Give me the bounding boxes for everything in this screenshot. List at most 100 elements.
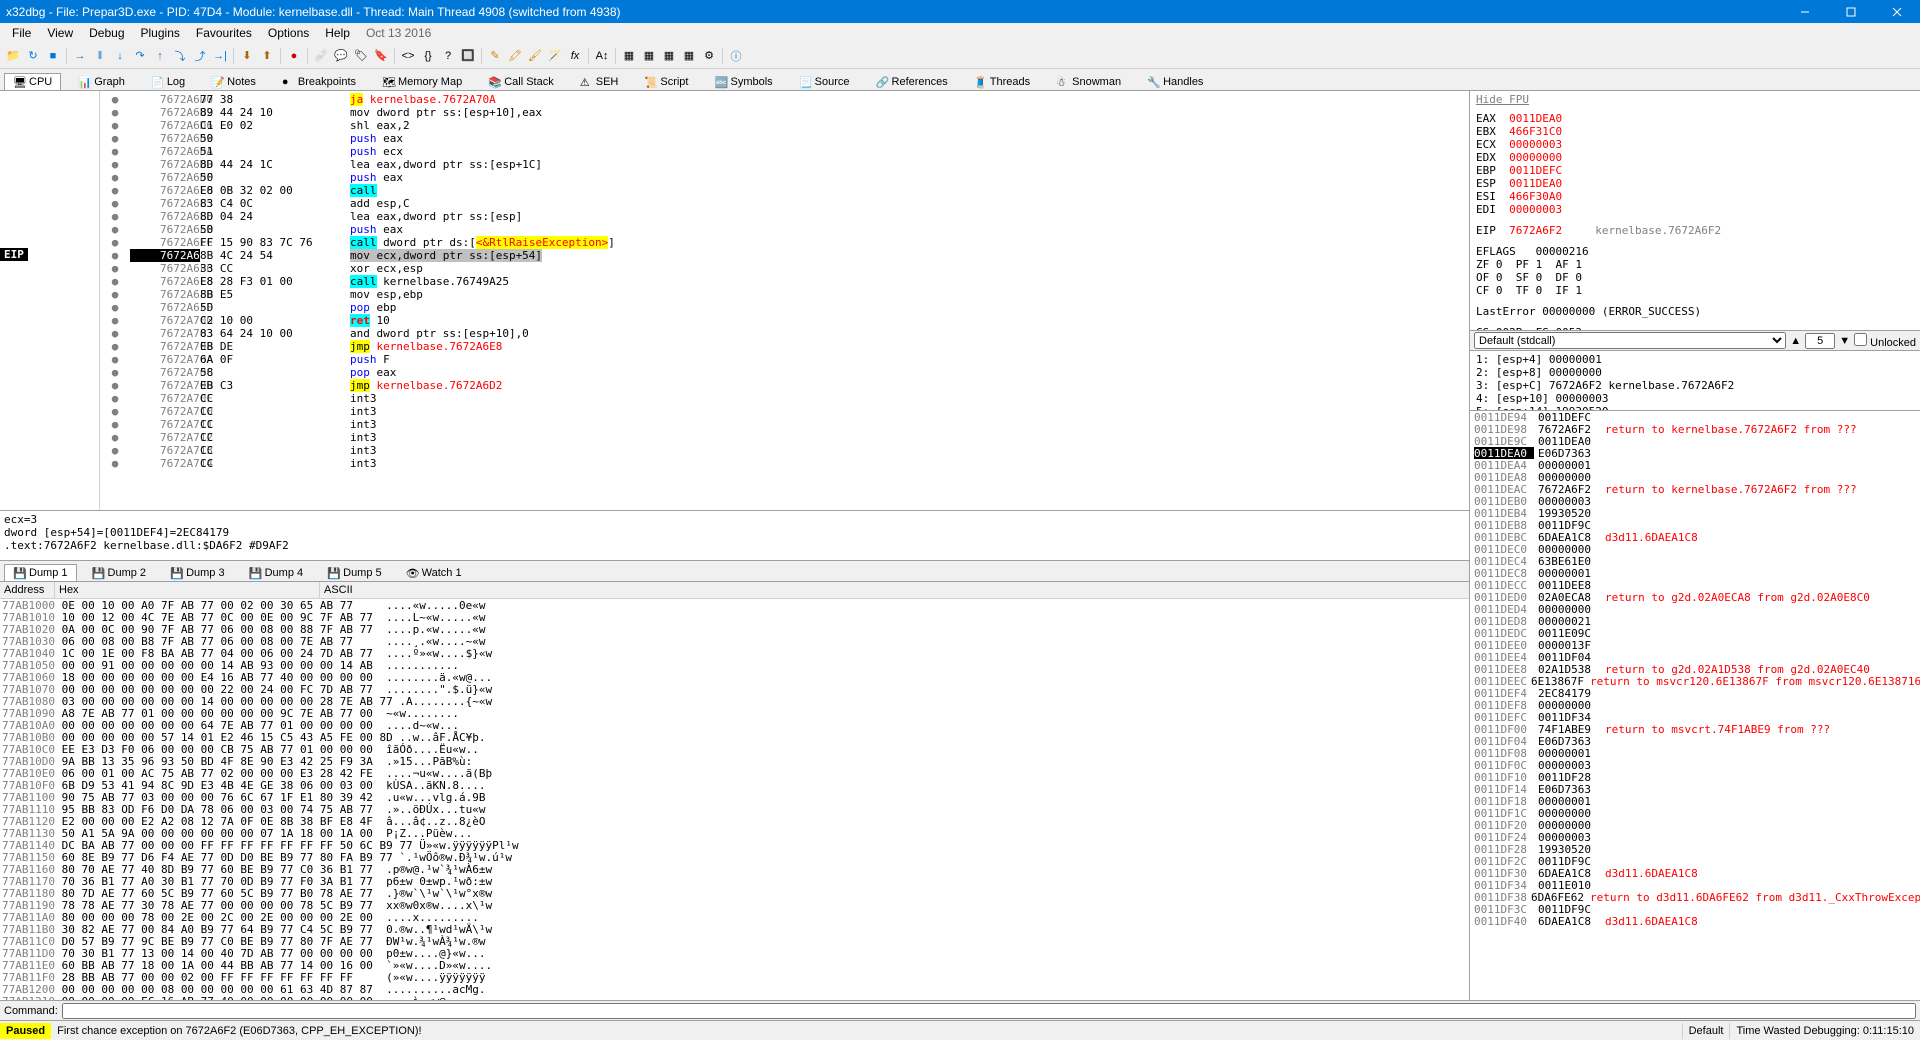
tab-cpu[interactable]: 🖥CPU	[4, 73, 61, 90]
goto-icon[interactable]: {}	[419, 47, 437, 65]
disasm-line[interactable]: ●7672A710CCint3	[100, 405, 1469, 418]
tab-symbols[interactable]: 🔤Symbols	[705, 73, 781, 90]
dump-tab-2[interactable]: 💾Dump 3	[161, 564, 234, 581]
stack-line[interactable]: 0011DE987672A6F2return to kernelbase.767…	[1470, 423, 1920, 435]
stack-line[interactable]: 0011DF2000000000	[1470, 819, 1920, 831]
hide-fpu-link[interactable]: Hide FPU	[1476, 93, 1529, 106]
stack-line[interactable]: 0011DEA400000001	[1470, 459, 1920, 471]
arg-count-up[interactable]: ▲	[1790, 335, 1801, 347]
disasm-line[interactable]: ●7672A6FF5Dpop ebp	[100, 301, 1469, 314]
tab-graph[interactable]: 📊Graph	[69, 73, 134, 90]
dump-line[interactable]: 77AB10E0 06 00 01 00 AC 75 AB 77 02 00 0…	[2, 767, 1467, 779]
dump-line[interactable]: 77AB1010 10 00 12 00 4C 7E AB 77 0C 00 0…	[2, 611, 1467, 623]
stack-line[interactable]: 0011DE9C0011DEA0	[1470, 435, 1920, 447]
stack-line[interactable]: 0011DEFC0011DF34	[1470, 711, 1920, 723]
stack-line[interactable]: 0011DEA0E06D7363	[1470, 447, 1920, 459]
stack-line[interactable]: 0011DEC000000000	[1470, 543, 1920, 555]
stack-line[interactable]: 0011DF406DAEA1C8d3d11.6DAEA1C8	[1470, 915, 1920, 927]
tab-handles[interactable]: 🔧Handles	[1138, 73, 1212, 90]
unlocked-checkbox[interactable]: Unlocked	[1854, 333, 1916, 349]
disasm-line[interactable]: ●7672A6F28B 4C 24 54mov ecx,dword ptr ss…	[100, 249, 1469, 262]
menu-view[interactable]: View	[39, 24, 81, 42]
dump-line[interactable]: 77AB11D0 70 30 B1 77 13 00 14 00 40 7D A…	[2, 947, 1467, 959]
step-over-icon[interactable]: ↷	[131, 47, 149, 65]
win3-icon[interactable]: ▦	[660, 47, 678, 65]
stack-line[interactable]: 0011DEE00000013F	[1470, 639, 1920, 651]
arg-line[interactable]: 1: [esp+4] 00000001	[1476, 353, 1914, 366]
record-icon[interactable]: ●	[285, 47, 303, 65]
dump-line[interactable]: 77AB1180 80 7D AE 77 60 5C B9 77 60 5C B…	[2, 887, 1467, 899]
stack-line[interactable]: 0011DEB419930520	[1470, 507, 1920, 519]
stack-line[interactable]: 0011DEEC6E13867Freturn to msvcr120.6E138…	[1470, 675, 1920, 687]
font-icon[interactable]: A↕	[593, 47, 611, 65]
disasm-line[interactable]: ●7672A70FCCint3	[100, 392, 1469, 405]
menu-help[interactable]: Help	[317, 24, 358, 42]
dump-line[interactable]: 77AB1020 0A 00 0C 00 90 7F AB 77 06 00 0…	[2, 623, 1467, 635]
disasm-line[interactable]: ●7672A712CCint3	[100, 431, 1469, 444]
step-into-icon[interactable]: ↓	[111, 47, 129, 65]
dump-tab-3[interactable]: 💾Dump 4	[240, 564, 313, 581]
stack-line[interactable]: 0011DE940011DEFC	[1470, 411, 1920, 423]
dump-tab-0[interactable]: 💾Dump 1	[4, 564, 77, 581]
dump-line[interactable]: 77AB1050 00 00 91 00 00 00 00 00 14 AB 9…	[2, 659, 1467, 671]
stack-line[interactable]: 0011DECC0011DEE8	[1470, 579, 1920, 591]
tab-snowman[interactable]: ☃Snowman	[1047, 73, 1130, 90]
tab-breakpoints[interactable]: ●Breakpoints	[273, 73, 365, 90]
stack-line[interactable]: 0011DF14E06D7363	[1470, 783, 1920, 795]
stack-line[interactable]: 0011DF386DA6FE62return to d3d11.6DA6FE62…	[1470, 891, 1920, 903]
edit-icon[interactable]: ✎	[486, 47, 504, 65]
disassembly-view[interactable]: EIP ●7672A6D077 38ja kernelbase.7672A70A…	[0, 91, 1469, 510]
dump-line[interactable]: 77AB1030 06 00 08 00 B8 7F AB 77 06 00 0…	[2, 635, 1467, 647]
menu-debug[interactable]: Debug	[81, 24, 132, 42]
patch-icon[interactable]: 🩹	[312, 47, 330, 65]
disasm-line[interactable]: ●7672A70DEB C3jmp kernelbase.7672A6D2	[100, 379, 1469, 392]
dump-line[interactable]: 77AB1190 78 78 AE 77 30 78 AE 77 00 00 0…	[2, 899, 1467, 911]
disasm-line[interactable]: ●7672A70A6A 0Fpush F	[100, 353, 1469, 366]
stack-line[interactable]: 0011DEB80011DF9C	[1470, 519, 1920, 531]
dump-line[interactable]: 77AB1150 60 8E B9 77 D6 F4 AE 77 0D D0 B…	[2, 851, 1467, 863]
stack-line[interactable]: 0011DEBC6DAEA1C8d3d11.6DAEA1C8	[1470, 531, 1920, 543]
run-icon[interactable]: →	[71, 47, 89, 65]
minimize-button[interactable]	[1782, 0, 1828, 23]
disasm-line[interactable]: ●7672A6FD8B E5mov esp,ebp	[100, 288, 1469, 301]
dump-line[interactable]: 77AB10A0 00 00 00 00 00 00 00 64 7E AB 7…	[2, 719, 1467, 731]
tab-references[interactable]: 🔗References	[867, 73, 957, 90]
question-icon[interactable]: ?	[439, 47, 457, 65]
dump-line[interactable]: 77AB1160 80 70 AE 77 40 8D B9 77 60 BE B…	[2, 863, 1467, 875]
dump-line[interactable]: 77AB1200 00 00 00 00 00 08 00 00 00 00 0…	[2, 983, 1467, 995]
dump-line[interactable]: 77AB1130 50 A1 5A 9A 00 00 00 00 00 00 0…	[2, 827, 1467, 839]
disasm-line[interactable]: ●7672A708EB DEjmp kernelbase.7672A6E8	[100, 340, 1469, 353]
tab-source[interactable]: 📃Source	[790, 73, 859, 90]
dump-line[interactable]: 77AB10B0 00 00 00 00 00 57 14 01 E2 46 1…	[2, 731, 1467, 743]
dump-line[interactable]: 77AB1040 1C 00 1E 00 F8 BA AB 77 04 00 0…	[2, 647, 1467, 659]
arg-count-down[interactable]: ▼	[1839, 335, 1850, 347]
dump-tab-5[interactable]: 👁Watch 1	[397, 564, 471, 581]
find-icon[interactable]: <>	[399, 47, 417, 65]
disasm-line[interactable]: ●7672A6D950push eax	[100, 132, 1469, 145]
disasm-line[interactable]: ●7672A6DA51push ecx	[100, 145, 1469, 158]
dump-hdr-addr[interactable]: Address	[0, 582, 55, 598]
stack-line[interactable]: 0011DF0800000001	[1470, 747, 1920, 759]
stack-line[interactable]: 0011DEF800000000	[1470, 699, 1920, 711]
calc-icon[interactable]: 🔲	[459, 47, 477, 65]
trace2-icon[interactable]: ⬆	[258, 47, 276, 65]
dump-line[interactable]: 77AB1100 90 75 AB 77 03 00 00 00 76 6C 6…	[2, 791, 1467, 803]
tab-log[interactable]: 📄Log	[142, 73, 194, 90]
pause-icon[interactable]: ‖	[91, 47, 109, 65]
arg-line[interactable]: 4: [esp+10] 00000003	[1476, 392, 1914, 405]
step-icon[interactable]: ⤵	[171, 47, 189, 65]
stack-line[interactable]: 0011DEE40011DF04	[1470, 651, 1920, 663]
dump-line[interactable]: 77AB11E0 60 BB AB 77 18 00 1A 00 44 BB A…	[2, 959, 1467, 971]
disasm-line[interactable]: ●7672A700C2 10 00ret 10	[100, 314, 1469, 327]
about-icon[interactable]: ⓘ	[727, 47, 745, 65]
stack-line[interactable]: 0011DEE802A1D538return to g2d.02A1D538 f…	[1470, 663, 1920, 675]
dump-line[interactable]: 77AB1000 0E 00 10 00 A0 7F AB 77 00 02 0…	[2, 599, 1467, 611]
stack-line[interactable]: 0011DED400000000	[1470, 603, 1920, 615]
dump-tab-1[interactable]: 💾Dump 2	[83, 564, 156, 581]
arg-line[interactable]: 2: [esp+8] 00000000	[1476, 366, 1914, 379]
win2-icon[interactable]: ▦	[640, 47, 658, 65]
disasm-line[interactable]: ●7672A6E88D 04 24lea eax,dword ptr ss:[e…	[100, 210, 1469, 223]
menu-options[interactable]: Options	[260, 24, 317, 42]
disasm-line[interactable]: ●7672A6E583 C4 0Cadd esp,C	[100, 197, 1469, 210]
menu-file[interactable]: File	[4, 24, 39, 42]
